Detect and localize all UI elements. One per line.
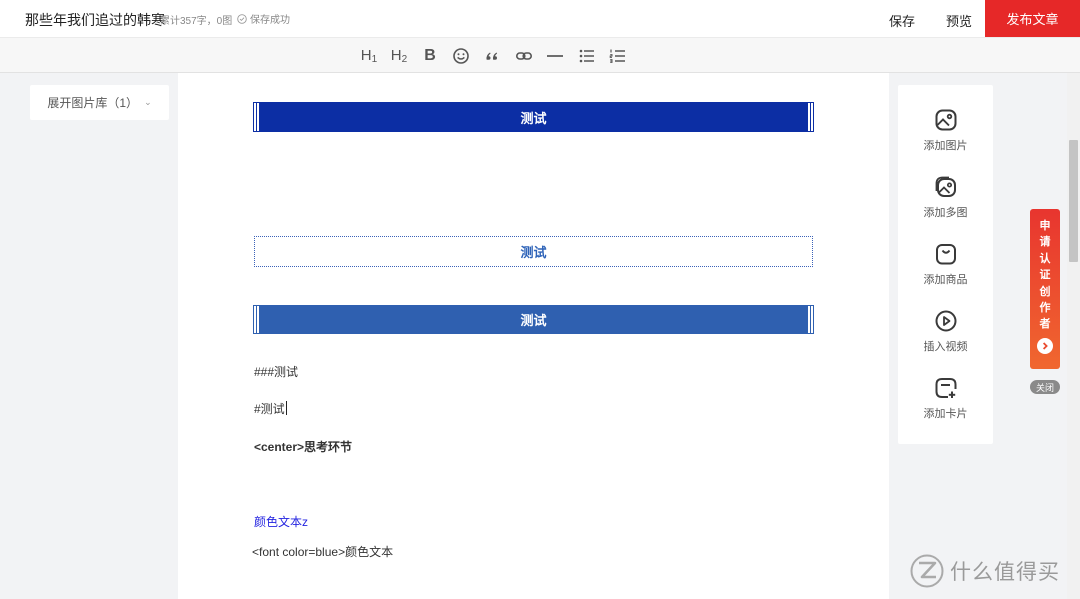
close-promo-button[interactable]: 关闭 xyxy=(1030,380,1060,394)
heading-2-button[interactable]: H2 xyxy=(388,45,410,67)
divider-button[interactable] xyxy=(544,45,566,67)
header-bar: 那些年我们追过的韩寒 累计357字，0图 保存成功 保存 预览 发布文章 xyxy=(0,0,1080,37)
link-button[interactable] xyxy=(513,45,535,67)
heading-1-icon: H1 xyxy=(361,47,377,65)
watermark: 什么值得买 xyxy=(910,554,1060,588)
image-icon xyxy=(935,109,956,131)
bold-button[interactable]: B xyxy=(419,45,441,67)
bold-icon: B xyxy=(424,47,436,64)
save-button[interactable]: 保存 xyxy=(889,11,915,30)
chevron-down-icon: ⌄ xyxy=(144,97,152,107)
bullet-list-icon xyxy=(579,49,594,63)
scrollbar-thumb[interactable] xyxy=(1069,140,1078,262)
styled-heading-block[interactable]: 测试 xyxy=(254,236,813,267)
horizontal-rule-icon xyxy=(547,55,563,57)
smzdm-logo-icon xyxy=(910,554,944,588)
word-count: 累计357字，0图 xyxy=(160,16,233,27)
save-status-text: 保存成功 xyxy=(250,15,290,26)
add-product-button[interactable]: 添加商品 xyxy=(898,242,993,298)
shopping-bag-icon xyxy=(935,244,956,265)
paragraph-text: #测试 xyxy=(254,402,285,416)
add-product-label: 添加商品 xyxy=(923,274,968,286)
format-toolbar: H1 H2 B xyxy=(0,37,1080,73)
play-icon xyxy=(935,310,956,332)
image-library-label: 展开图片库（1） xyxy=(47,96,139,110)
check-circle-icon xyxy=(237,13,247,24)
styled-heading-block[interactable]: 测试 xyxy=(254,306,813,333)
preview-button[interactable]: 预览 xyxy=(946,11,972,30)
emoji-button[interactable] xyxy=(450,45,472,67)
text-caret xyxy=(285,401,287,415)
publish-button[interactable]: 发布文章 xyxy=(985,0,1080,37)
paragraph[interactable]: ###测试 xyxy=(254,363,298,380)
insert-video-button[interactable]: 插入视频 xyxy=(898,309,993,365)
card-add-icon xyxy=(935,378,956,398)
quote-button[interactable] xyxy=(481,45,503,67)
numbered-list-button[interactable] xyxy=(607,45,629,67)
heading-1-sub: 1 xyxy=(371,54,378,65)
certification-text: 申请认证创作者 xyxy=(1039,220,1051,331)
heading-2-sub: 2 xyxy=(401,54,408,65)
bullet-list-button[interactable] xyxy=(576,45,598,67)
add-image-label: 添加图片 xyxy=(923,140,968,152)
link-icon xyxy=(515,52,532,60)
editor-canvas[interactable]: 测试 测试 测试 ###测试 #测试 <center>思考环节 颜色文本z <f… xyxy=(178,73,889,599)
apply-creator-certification-banner[interactable]: 申请认证创作者 xyxy=(1030,209,1060,369)
paragraph[interactable]: <font color=blue>颜色文本 xyxy=(252,543,393,560)
add-card-button[interactable]: 添加卡片 xyxy=(898,376,993,432)
heading-2-icon: H2 xyxy=(391,47,407,65)
watermark-text: 什么值得买 xyxy=(950,560,1060,584)
heading-1-letter: H xyxy=(360,47,372,64)
add-image-button[interactable]: 添加图片 xyxy=(898,108,993,164)
expand-image-library-button[interactable]: 展开图片库（1） ⌄ xyxy=(30,85,169,120)
paragraph[interactable]: <center>思考环节 xyxy=(254,438,352,455)
add-multiple-images-label: 添加多图 xyxy=(923,207,968,219)
insert-video-label: 插入视频 xyxy=(923,341,968,353)
add-card-label: 添加卡片 xyxy=(923,408,968,420)
paragraph-with-caret[interactable]: #测试 xyxy=(254,400,287,417)
emoji-icon xyxy=(453,48,469,64)
colored-paragraph[interactable]: 颜色文本z xyxy=(254,513,308,530)
images-icon xyxy=(935,176,956,197)
heading-2-letter: H xyxy=(390,47,402,64)
add-multiple-images-button[interactable]: 添加多图 xyxy=(898,175,993,231)
insert-panel: 添加图片 添加多图 添加商品 插入视频 添加卡片 xyxy=(898,85,993,444)
arrow-right-circle-icon xyxy=(1037,337,1053,354)
quote-icon xyxy=(486,52,498,60)
styled-heading-block[interactable]: 测试 xyxy=(254,103,813,131)
document-title[interactable]: 那些年我们追过的韩寒 xyxy=(25,10,165,30)
numbered-list-icon xyxy=(609,49,625,63)
heading-1-button[interactable]: H1 xyxy=(358,45,380,67)
save-status: 保存成功 xyxy=(237,11,290,26)
